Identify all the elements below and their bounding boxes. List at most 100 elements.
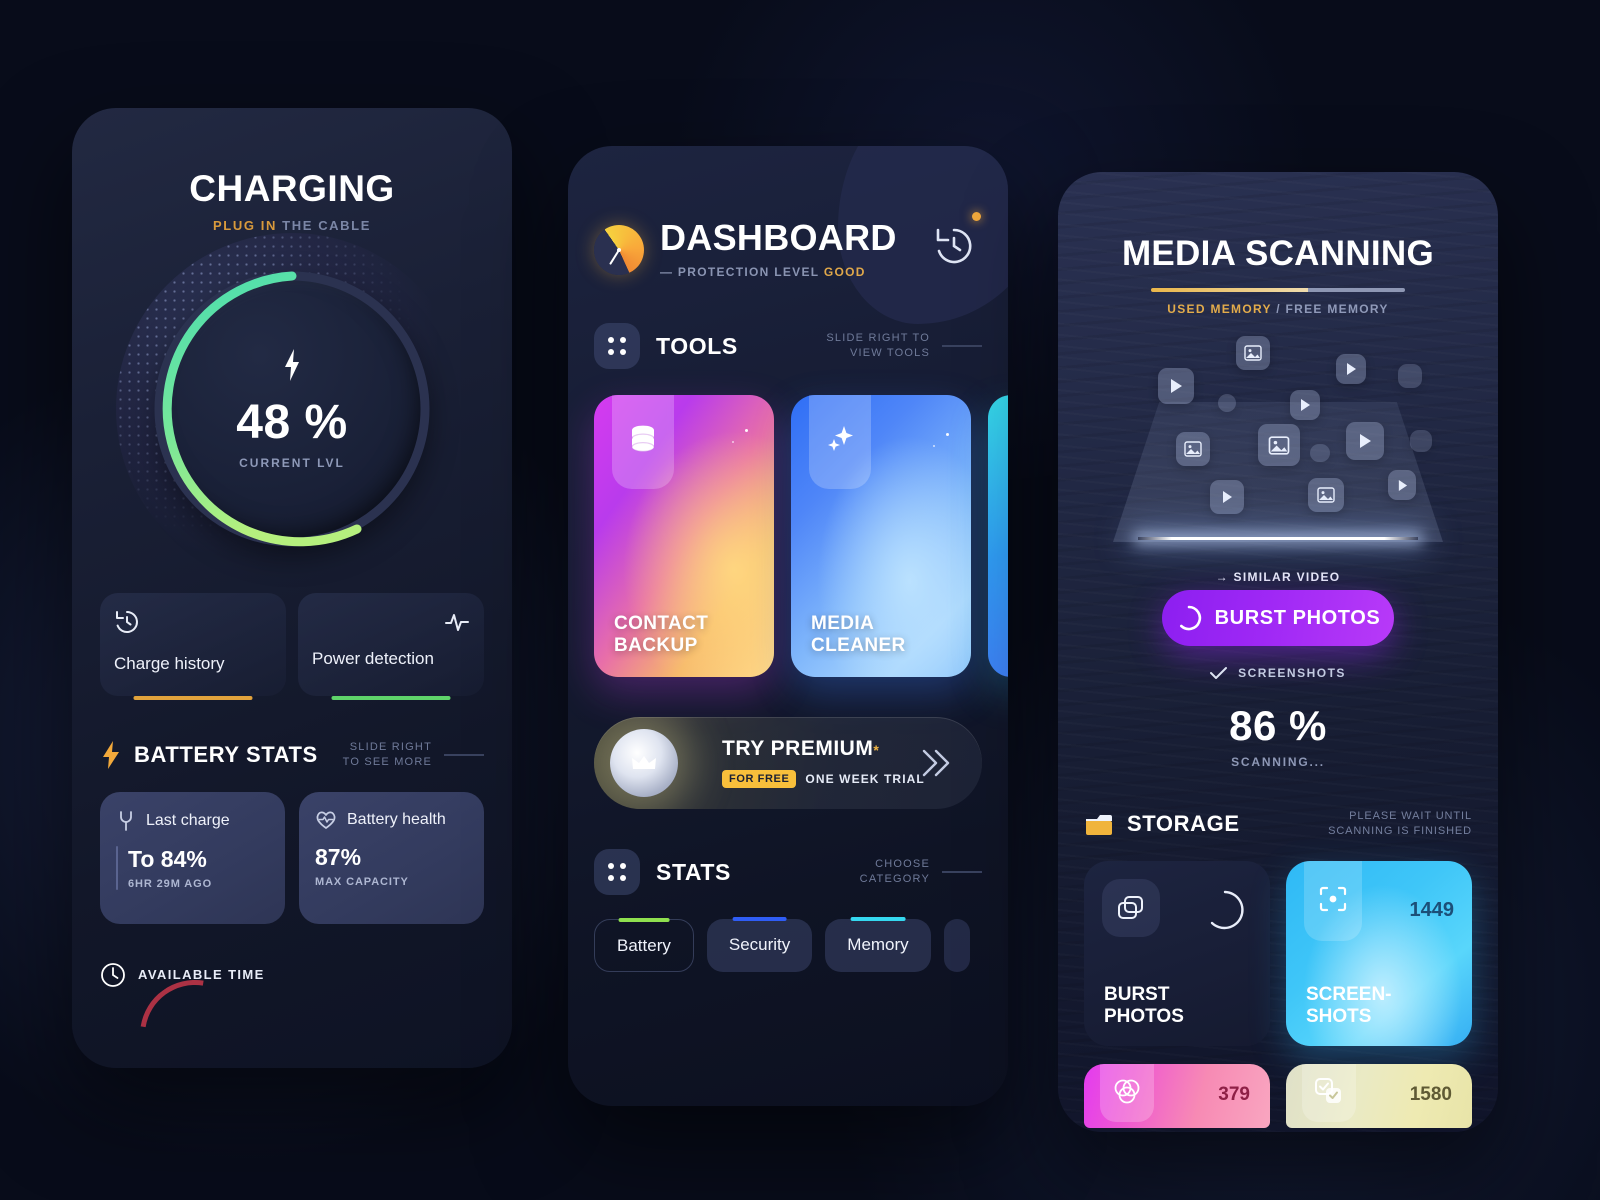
stat-category-chips[interactable]: Battery Security Memory [568, 917, 1008, 972]
bolt-icon [285, 348, 299, 381]
chip-battery[interactable]: Battery [594, 918, 694, 972]
try-premium-banner[interactable]: TRY PREMIUM* FOR FREE ONE WEEK TRIAL [594, 717, 982, 809]
protection-status: GOOD [823, 265, 866, 279]
premium-title-text: TRY PREMIUM [722, 737, 874, 760]
gauge-pie-icon [594, 224, 644, 275]
storage-header: STORAGE PLEASE WAIT UNTIL SCANNING IS FI… [1058, 809, 1498, 839]
chip-bar [618, 918, 670, 922]
section-hint: SLIDE RIGHT TO VIEW TOOLS [826, 331, 930, 361]
chevron-double-right-icon[interactable] [916, 743, 956, 783]
chip-bar [732, 917, 787, 921]
tool-card-next[interactable] [988, 395, 1008, 677]
video-icon [1290, 390, 1320, 420]
tools-header: TOOLS SLIDE RIGHT TO VIEW TOOLS [568, 323, 1008, 369]
page-title: MEDIA SCANNING [1121, 234, 1435, 273]
quick-action-label: Charge history [114, 654, 225, 673]
dashboard-screen: DASHBOARD — PROTECTION LEVEL GOOD TOOLS … [568, 146, 1008, 1106]
section-title: STORAGE [1127, 810, 1240, 836]
media-icon [1310, 444, 1330, 462]
card-meta: 6HR 29M AGO [128, 877, 213, 890]
quick-action-label: Power detection [312, 649, 434, 668]
spinner-icon [1210, 890, 1244, 929]
crown-icon [610, 729, 678, 797]
card-meta: MAX CAPACITY [315, 875, 409, 888]
battery-stat-cards: Last charge To 84% 6HR 29M AGO Battery h… [72, 791, 512, 924]
used-memory-label: USED MEMORY [1167, 302, 1272, 316]
photo-icon [1308, 478, 1344, 512]
arrow-right-icon: → [1215, 570, 1229, 584]
history-icon [116, 611, 138, 633]
mini-card-count: 1580 [1409, 1083, 1452, 1105]
photo-icon [1258, 424, 1300, 466]
tool-label: CONTACT BACKUP [614, 612, 709, 656]
available-time-row[interactable]: AVAILABLE TIME [72, 962, 512, 988]
storage-card-label: BURST PHOTOS [1104, 983, 1184, 1027]
chip-next[interactable] [943, 919, 970, 972]
card-value: To 84% [128, 845, 207, 872]
screenshots-label: SCREENSHOTS [1238, 666, 1346, 680]
gauge-label: CURRENT LVL [239, 455, 345, 470]
video-icon [1346, 422, 1384, 460]
trial-label: ONE WEEK TRIAL [805, 772, 925, 786]
gauge-value: 48 % [236, 395, 348, 449]
battery-gauge[interactable]: 48 % CURRENT LVL [116, 233, 468, 585]
section-divider [942, 871, 982, 873]
burst-photos-button[interactable]: BURST PHOTOS [1162, 590, 1394, 646]
checkbox-multi-icon [1302, 1063, 1356, 1122]
card-body: 87% MAX CAPACITY [315, 844, 468, 888]
tool-card-contact-backup[interactable]: CONTACT BACKUP [594, 395, 774, 677]
card-value: 87% [315, 843, 362, 870]
history-icon[interactable] [930, 222, 978, 270]
tool-card-media-cleaner[interactable]: MEDIA CLEANER [791, 395, 971, 677]
section-hint: CHOOSE CATEGORY [860, 857, 930, 887]
memory-free-fill [1308, 288, 1405, 292]
grid-dots-icon[interactable] [594, 849, 640, 895]
quick-action-bar [133, 696, 253, 700]
similar-video-label[interactable]: → SIMILAR VIDEO [1058, 570, 1498, 584]
section-title: BATTERY STATS [134, 741, 318, 767]
screenshots-toggle[interactable]: SCREENSHOTS [1058, 666, 1498, 680]
media-scanning-screen: MEDIA SCANNING USED MEMORY / FREE MEMORY [1058, 172, 1498, 1132]
storage-cards: BURST PHOTOS 1449 SCREEN- SHOTS [1058, 860, 1498, 1046]
spinner-icon [1179, 605, 1201, 631]
chip-security[interactable]: Security [706, 917, 813, 972]
section-hint: SLIDE RIGHT TO SEE MORE [343, 740, 432, 770]
gauge-center: 48 % CURRENT LVL [142, 259, 442, 559]
charging-screen: CHARGING PLUG IN THE CABLE 48 % CURRENT … [72, 108, 512, 1068]
free-badge: FOR FREE [722, 770, 797, 788]
venn-icon [1100, 1063, 1154, 1122]
sparkle-icon [809, 395, 871, 489]
page-subtitle: PLUG IN THE CABLE [72, 218, 512, 233]
hint-line-2: TO SEE MORE [342, 755, 432, 768]
media-icon [1410, 430, 1432, 452]
page-subtitle: — PROTECTION LEVEL GOOD [660, 265, 897, 279]
pulse-icon [445, 614, 469, 631]
storage-card-screenshots[interactable]: 1449 SCREEN- SHOTS [1286, 860, 1472, 1046]
grid-dots-icon[interactable] [594, 323, 640, 369]
quick-action-bar [331, 696, 451, 700]
chip-memory[interactable]: Memory [825, 917, 931, 972]
charge-history-button[interactable]: Charge history [100, 593, 286, 700]
heart-pulse-icon [316, 811, 336, 829]
battery-health-card[interactable]: Battery health 87% MAX CAPACITY [299, 791, 484, 924]
section-hint: PLEASE WAIT UNTIL SCANNING IS FINISHED [1328, 809, 1472, 839]
mini-card-similar[interactable]: 379 [1084, 1063, 1270, 1128]
storage-card-burst-photos[interactable]: BURST PHOTOS [1084, 860, 1270, 1046]
tools-carousel[interactable]: CONTACT BACKUP MEDIA CLEANER [568, 395, 1008, 677]
hint-line-1: SLIDE RIGHT TO [826, 332, 930, 345]
power-detection-button[interactable]: Power detection [298, 593, 484, 700]
media-icon [1398, 364, 1422, 388]
mini-card-checked[interactable]: 1580 [1286, 1063, 1472, 1128]
hint-line-2: VIEW TOOLS [849, 347, 930, 359]
free-memory-label: FREE MEMORY [1285, 302, 1389, 316]
bolt-icon [103, 740, 119, 769]
chip-label: Memory [847, 935, 909, 954]
notification-dot [972, 212, 981, 221]
card-label: Battery health [347, 810, 446, 828]
subtitle-highlight: PLUG IN [213, 218, 277, 233]
last-charge-card[interactable]: Last charge To 84% 6HR 29M AGO [100, 791, 285, 924]
hint-line-2: SCANNING IS FINISHED [1328, 824, 1472, 837]
stats-header: STATS CHOOSE CATEGORY [568, 849, 1008, 895]
scan-progress-value: 86 % [1229, 702, 1327, 749]
database-icon [612, 395, 674, 489]
